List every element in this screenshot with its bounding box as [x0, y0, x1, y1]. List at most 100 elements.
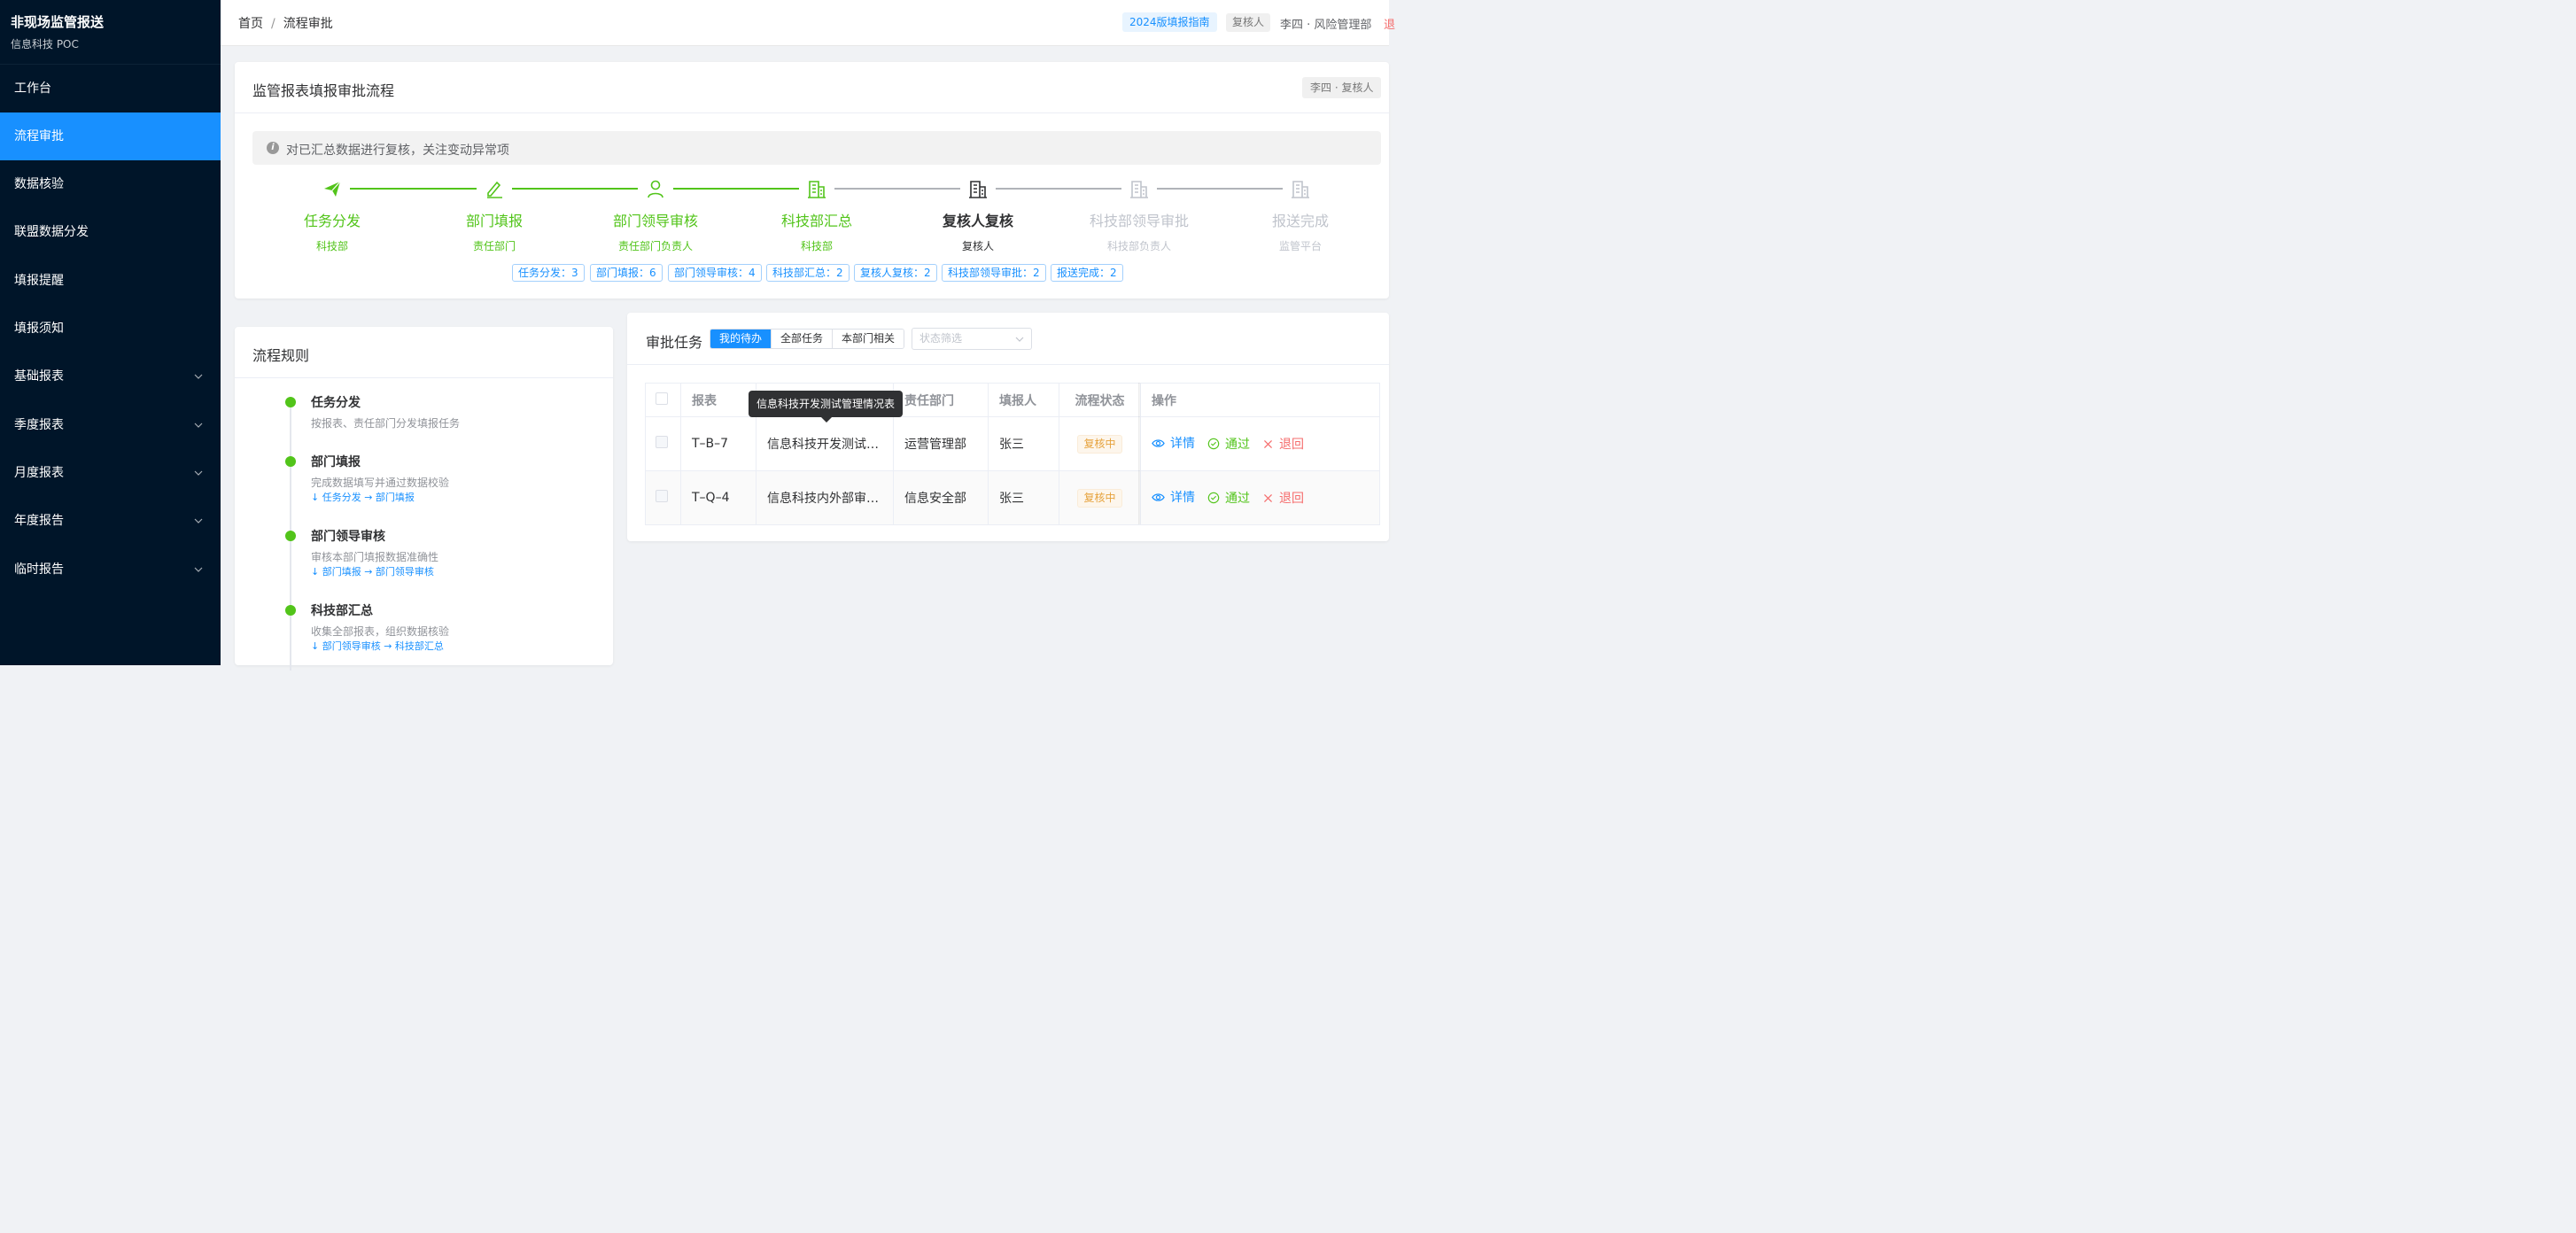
status-cell: 复核中: [1059, 416, 1141, 471]
app-logo: 非现场监管报送 信息科技 POC: [0, 0, 221, 65]
step-owner: 责任部门: [472, 240, 516, 252]
tab-my-todo[interactable]: 我的待办: [710, 330, 772, 348]
divider: [235, 377, 613, 378]
step-owner: 监管平台: [1278, 240, 1322, 252]
step-count-chip[interactable]: 科技部领导审批：2: [942, 264, 1046, 282]
row-checkbox[interactable]: [656, 490, 668, 502]
sidebar-item-basic-reports[interactable]: 基础报表: [0, 353, 221, 400]
timeline-dot: [285, 456, 296, 467]
step-owner: 复核人: [961, 240, 994, 252]
sidebar-item-fill-notice[interactable]: 填报须知: [0, 305, 221, 353]
chevron-down-icon: [194, 374, 203, 379]
row-checkbox[interactable]: [656, 436, 668, 448]
col-actions: 操作: [1140, 383, 1380, 417]
step-dept-fill: 部门填报 责任部门: [432, 179, 556, 253]
status-cell: 复核中: [1059, 470, 1141, 525]
app-subtitle: 信息科技 POC: [11, 38, 79, 50]
step-task-dispatch: 任务分发 科技部: [270, 179, 394, 253]
rule-name: 任务分发: [311, 396, 361, 410]
report-name[interactable]: 信息科技开发测试…: [756, 416, 894, 471]
step-name: 复核人复核: [942, 213, 1013, 229]
report-code: T–Q–4: [680, 470, 757, 525]
edit-icon: [485, 179, 504, 198]
sidebar-item-label: 数据核验: [14, 177, 64, 191]
sidebar-item-workbench[interactable]: 工作台: [0, 65, 221, 112]
check-circle-icon: [1207, 492, 1220, 504]
step-owner: 科技部负责人: [1106, 240, 1171, 252]
detail-label: 详情: [1170, 491, 1195, 506]
report-name[interactable]: 信息科技内外部审…: [756, 470, 894, 525]
sidebar-item-label: 月度报表: [14, 466, 64, 480]
sidebar-item-alliance-distribution[interactable]: 联盟数据分发: [0, 208, 221, 256]
timeline-dot: [285, 397, 296, 407]
approve-button[interactable]: 通过: [1207, 489, 1250, 507]
breadcrumb-home[interactable]: 首页: [238, 17, 263, 31]
status-badge: 复核中: [1077, 488, 1122, 508]
check-circle-icon: [1207, 438, 1220, 450]
chevron-down-icon: [194, 423, 203, 428]
step-count-chip[interactable]: 复核人复核：2: [854, 264, 937, 282]
col-dept[interactable]: 责任部门: [893, 383, 989, 417]
report-code: T–B–7: [680, 416, 757, 471]
step-count-chip[interactable]: 部门领导审核：4: [668, 264, 762, 282]
status-filter-select[interactable]: 状态筛选: [912, 328, 1032, 350]
logout-link[interactable]: 退: [1384, 15, 1395, 32]
filler-name: 张三: [988, 470, 1059, 525]
approve-label: 通过: [1225, 437, 1250, 452]
divider: [627, 364, 1389, 365]
tab-all-tasks[interactable]: 全部任务: [772, 330, 834, 348]
detail-button[interactable]: 详情: [1152, 434, 1195, 452]
detail-label: 详情: [1170, 437, 1195, 452]
eye-icon: [1152, 493, 1165, 501]
step-count-chip[interactable]: 报送完成：2: [1051, 264, 1123, 282]
step-name: 科技部汇总: [780, 213, 852, 229]
status-filter-placeholder: 状态筛选: [919, 332, 963, 345]
task-tabs: 我的待办 全部任务 本部门相关: [710, 329, 905, 349]
chevron-down-icon: [194, 518, 203, 523]
info-alert: i 对已汇总数据进行复核，关注变动异常项: [252, 131, 1381, 165]
reject-label: 退回: [1279, 438, 1304, 453]
reject-button[interactable]: 退回: [1262, 489, 1304, 507]
current-user-tag: 李四 · 复核人: [1302, 77, 1382, 98]
sidebar-item-label: 临时报告: [14, 562, 64, 577]
building-icon: [1129, 179, 1149, 198]
step-dept-leader-review: 部门领导审核 责任部门负责人: [594, 179, 718, 253]
sidebar-item-data-verification[interactable]: 数据核验: [0, 160, 221, 208]
chevron-down-icon: [1015, 337, 1024, 342]
task-table-body: T–B–7 信息科技开发测试… 运营管理部 张三 复核中 详情 通过 退回 T–Q–4 信息科技内…: [645, 416, 1380, 525]
sidebar-item-annual-reports[interactable]: 年度报告: [0, 497, 221, 545]
rule-name: 科技部汇总: [311, 604, 373, 618]
sidebar-item-monthly-reports[interactable]: 月度报表: [0, 449, 221, 497]
sidebar-item-process-approval[interactable]: 流程审批: [0, 112, 221, 160]
select-all-cell: [645, 383, 681, 417]
step-tech-leader-approve: 科技部领导审批 科技部负责人: [1077, 179, 1201, 253]
step-count-chip[interactable]: 部门填报：6: [590, 264, 663, 282]
rule-flow: ↓ 部门填报 → 部门领导审核: [311, 566, 434, 578]
approve-button[interactable]: 通过: [1207, 435, 1250, 453]
tab-dept-related[interactable]: 本部门相关: [833, 330, 904, 348]
table-row[interactable]: T–B–7 信息科技开发测试… 运营管理部 张三 复核中 详情 通过 退回: [645, 416, 1380, 471]
step-count-chip[interactable]: 科技部汇总：2: [766, 264, 850, 282]
top-header: 首页 / 流程审批 2024版填报指南 复核人 李四 · 风险管理部 退: [221, 0, 1395, 46]
reject-button[interactable]: 退回: [1262, 435, 1304, 453]
step-count-chip[interactable]: 任务分发：3: [512, 264, 585, 282]
rule-flow: ↓ 任务分发 → 部门填报: [311, 492, 415, 503]
responsible-dept: 信息安全部: [893, 470, 989, 525]
close-icon: [1264, 493, 1272, 502]
building-icon: [807, 179, 826, 198]
status-badge: 复核中: [1077, 434, 1122, 454]
sidebar-item-quarterly-reports[interactable]: 季度报表: [0, 401, 221, 449]
col-status[interactable]: 流程状态: [1059, 383, 1141, 417]
sidebar-item-label: 基础报表: [14, 369, 64, 384]
sidebar-item-adhoc-reports[interactable]: 临时报告: [0, 546, 221, 593]
table-row[interactable]: T–Q–4 信息科技内外部审… 信息安全部 张三 复核中 详情 通过 退回: [645, 470, 1380, 525]
sidebar-item-label: 流程审批: [14, 129, 64, 143]
guide-link[interactable]: 2024版填报指南: [1122, 12, 1217, 32]
step-name: 任务分发: [303, 213, 361, 229]
detail-button[interactable]: 详情: [1152, 488, 1195, 506]
col-report[interactable]: 报表: [680, 383, 757, 417]
step-submit-complete: 报送完成 监管平台: [1238, 179, 1362, 253]
sidebar-item-fill-reminder[interactable]: 填报提醒: [0, 257, 221, 305]
col-filler[interactable]: 填报人: [988, 383, 1059, 417]
select-all-checkbox[interactable]: [656, 392, 668, 405]
